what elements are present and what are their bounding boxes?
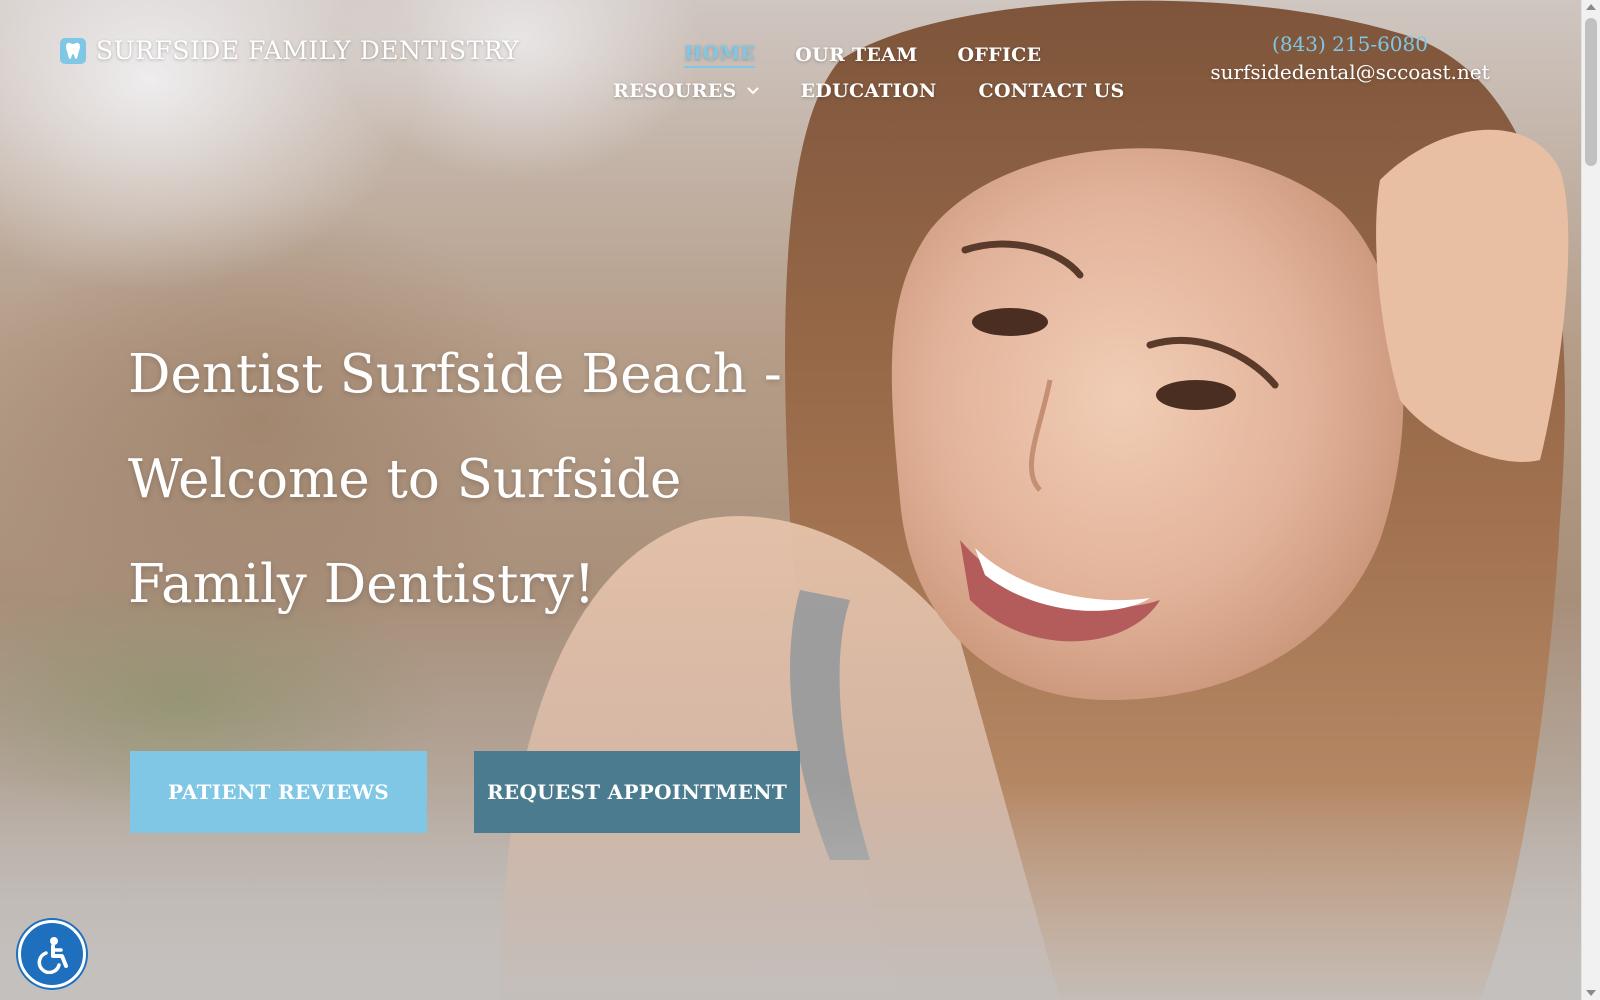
nav-education[interactable]: EDUCATION xyxy=(801,80,937,102)
site-logo-text: SURFSIDE FAMILY DENTISTRY xyxy=(96,36,520,65)
nav-resources[interactable]: RESOURES xyxy=(613,80,759,102)
scroll-down-arrow-icon[interactable] xyxy=(1586,990,1596,996)
tooth-icon xyxy=(60,37,86,64)
accessibility-icon xyxy=(37,937,68,974)
main-nav-row-2: RESOURES EDUCATION CONTACT US xyxy=(613,80,1125,102)
main-nav-row-1: HOME OUR TEAM OFFICE xyxy=(684,42,1041,68)
chevron-down-icon xyxy=(746,87,759,95)
patient-reviews-button[interactable]: PATIENT REVIEWS xyxy=(130,751,427,833)
scroll-up-arrow-icon[interactable] xyxy=(1586,4,1596,10)
request-appointment-button[interactable]: REQUEST APPOINTMENT xyxy=(474,751,800,833)
hero-headline: Dentist Surfside Beach - Welcome to Surf… xyxy=(128,344,782,615)
nav-our-team[interactable]: OUR TEAM xyxy=(795,42,917,68)
nav-contact-us[interactable]: CONTACT US xyxy=(979,80,1125,102)
nav-home[interactable]: HOME xyxy=(684,42,756,68)
page-scrollbar[interactable] xyxy=(1581,0,1600,1000)
nav-office[interactable]: OFFICE xyxy=(958,42,1042,68)
email-link[interactable]: surfsidedental@sccoast.net xyxy=(1200,60,1500,84)
header-contact: (843) 215-6080 surfsidedental@sccoast.ne… xyxy=(1200,30,1500,84)
scrollbar-thumb[interactable] xyxy=(1585,18,1597,166)
site-logo[interactable]: SURFSIDE FAMILY DENTISTRY xyxy=(60,36,519,65)
accessibility-button[interactable] xyxy=(18,920,86,988)
nav-resources-label: RESOURES xyxy=(613,80,737,102)
phone-link[interactable]: (843) 215-6080 xyxy=(1200,32,1500,56)
